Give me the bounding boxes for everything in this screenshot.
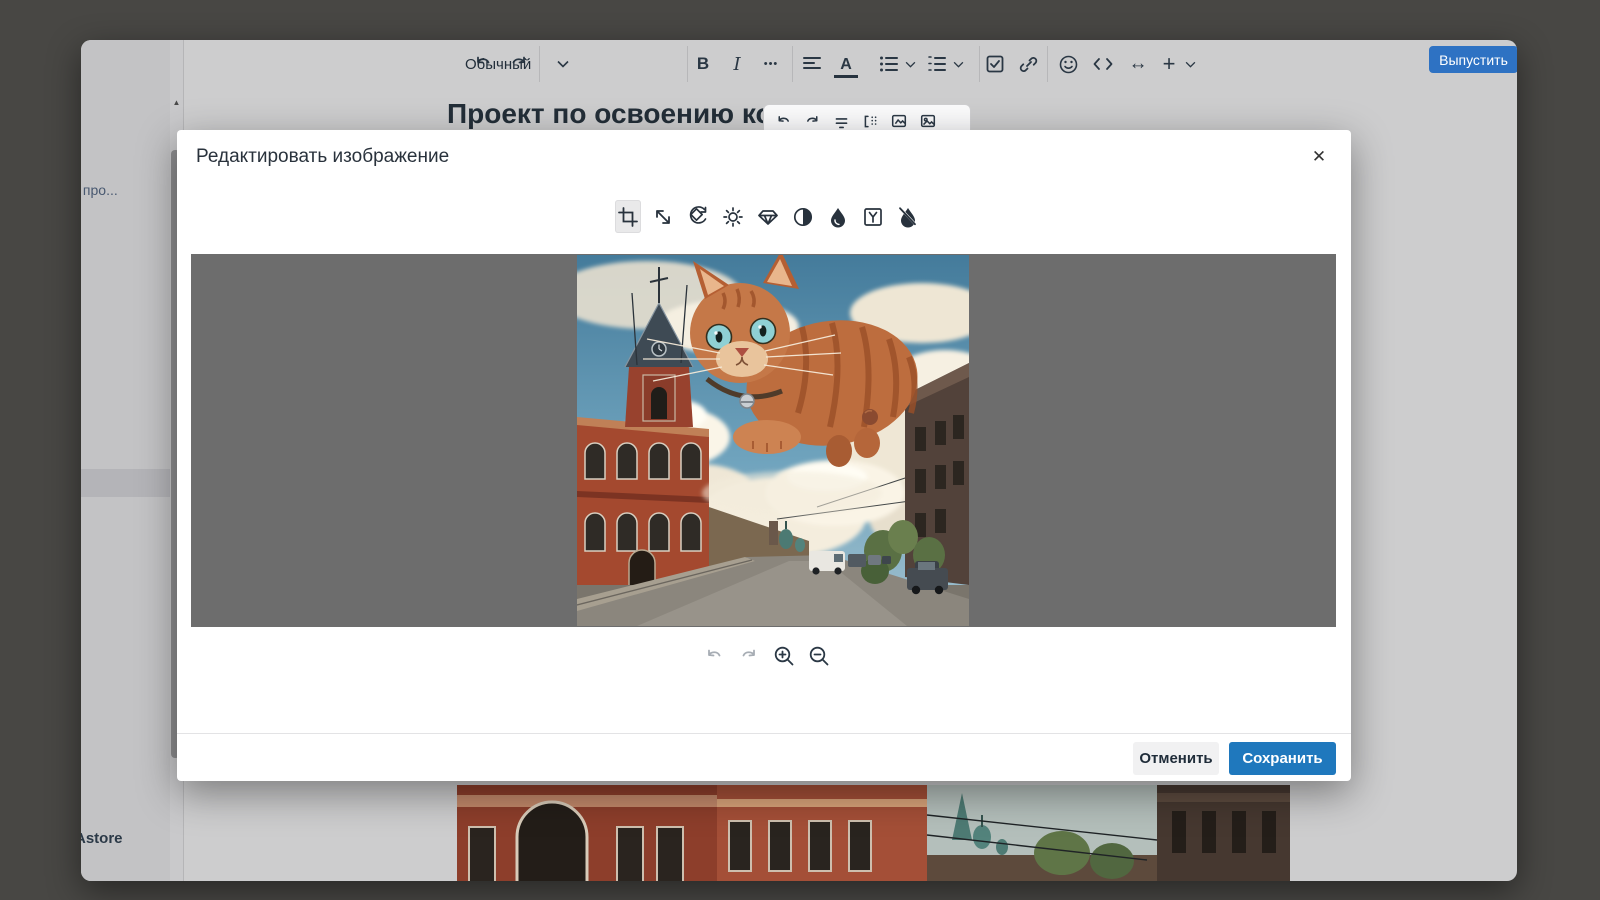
rotate-tool[interactable] xyxy=(685,200,711,233)
sidebar-item-selected[interactable]: оса xyxy=(81,469,170,497)
sharpen-tool[interactable] xyxy=(755,200,781,233)
modal-title: Редактировать изображение xyxy=(196,146,449,168)
spacing-icon[interactable] xyxy=(830,110,852,132)
undo-icon[interactable] xyxy=(703,645,725,667)
image-tools xyxy=(615,200,921,233)
italic-button[interactable]: I xyxy=(725,52,749,76)
viewer-controls xyxy=(703,645,830,667)
chevron-down-icon xyxy=(557,60,569,68)
save-button[interactable]: Сохранить xyxy=(1229,742,1336,775)
horizontal-arrows-icon[interactable]: ↔ xyxy=(1124,52,1152,76)
close-icon[interactable]: ✕ xyxy=(1305,143,1333,171)
toolbar-divider xyxy=(1047,46,1048,82)
scroll-up-icon[interactable]: ▲ xyxy=(172,98,181,108)
align-icon[interactable] xyxy=(800,52,824,76)
paragraph-style-value: Обычный xyxy=(465,56,531,73)
document-title[interactable]: Проект по освоению кос xyxy=(447,98,788,130)
chevron-down-icon[interactable] xyxy=(902,52,918,76)
zoom-out-icon[interactable] xyxy=(808,645,830,667)
street-illustration xyxy=(457,785,1290,881)
edit-image-modal: Редактировать изображение ✕ xyxy=(177,130,1351,781)
brightness-tool[interactable] xyxy=(720,200,746,233)
no-filter-tool[interactable] xyxy=(895,200,921,233)
text-color-button[interactable]: A xyxy=(834,54,858,78)
bold-button[interactable]: B xyxy=(691,52,715,76)
grayscale-tool[interactable] xyxy=(860,200,886,233)
contrast-tool[interactable] xyxy=(790,200,816,233)
image-upload-icon[interactable] xyxy=(888,110,910,132)
cat-city-photo xyxy=(577,255,969,626)
chevron-down-icon[interactable] xyxy=(1182,52,1198,76)
sidebar-footer-brand[interactable]: Astore xyxy=(81,830,123,847)
resize-tool[interactable] xyxy=(650,200,676,233)
editor-toolbar: Обычный B I ••• A xyxy=(183,40,1517,88)
toolbar-divider xyxy=(979,46,980,82)
cancel-button[interactable]: Отменить xyxy=(1133,742,1219,775)
code-icon[interactable] xyxy=(1090,52,1116,76)
toolbar-divider xyxy=(792,46,793,82)
crop-tool[interactable] xyxy=(615,200,641,233)
saturation-tool[interactable] xyxy=(825,200,851,233)
document-image-street[interactable] xyxy=(457,785,1290,881)
more-formatting-button[interactable]: ••• xyxy=(758,52,784,76)
numbered-list-icon[interactable] xyxy=(925,52,949,76)
redo-icon[interactable] xyxy=(738,645,760,667)
link-icon[interactable] xyxy=(1016,52,1040,76)
chevron-down-icon[interactable] xyxy=(950,52,966,76)
layout-icon[interactable] xyxy=(859,110,881,132)
sidebar: то про... оса Astore xyxy=(81,40,170,881)
redo-icon[interactable] xyxy=(801,110,823,132)
emoji-icon[interactable] xyxy=(1056,52,1080,76)
paragraph-style-select[interactable]: Обычный xyxy=(452,48,577,80)
publish-button[interactable]: Выпустить xyxy=(1429,46,1517,73)
insert-plus-button[interactable]: + xyxy=(1158,52,1180,76)
toolbar-divider xyxy=(687,46,688,82)
zoom-in-icon[interactable] xyxy=(773,645,795,667)
modal-footer-divider xyxy=(177,733,1351,734)
screen: то про... оса Astore ▲ Обычный B xyxy=(0,0,1600,900)
image-icon[interactable] xyxy=(917,110,939,132)
image-viewer xyxy=(191,254,1336,627)
checkbox-icon[interactable] xyxy=(983,52,1007,76)
sidebar-item-document[interactable]: то про... xyxy=(81,182,165,198)
undo-icon[interactable] xyxy=(772,110,794,132)
bullet-list-icon[interactable] xyxy=(877,52,901,76)
